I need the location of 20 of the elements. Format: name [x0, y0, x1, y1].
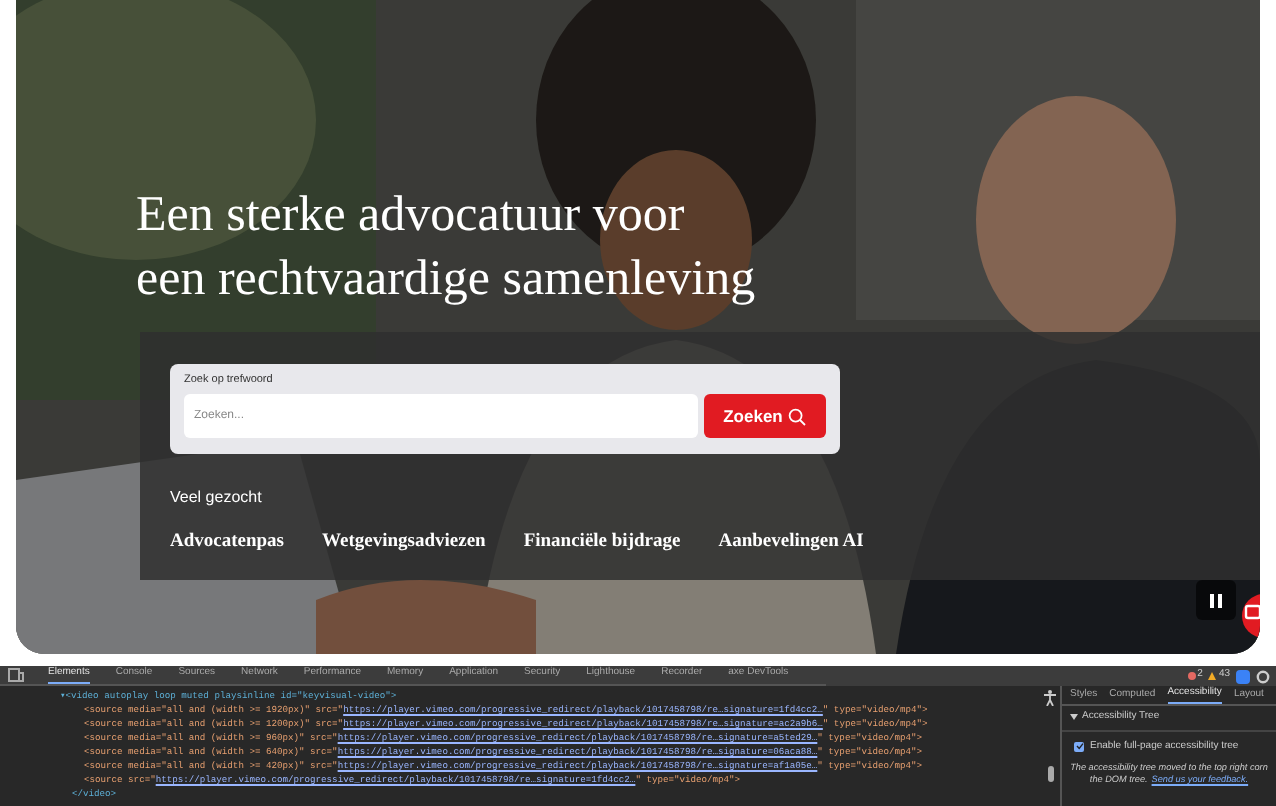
extension-icon[interactable]: [1236, 669, 1250, 683]
checkbox[interactable]: [1074, 741, 1084, 752]
section-heading: Veel gezocht: [170, 486, 264, 510]
popular-link[interactable]: Aanbevelingen AI: [718, 528, 864, 557]
search-icon: [788, 407, 807, 425]
search-button[interactable]: Zoeken: [704, 394, 826, 438]
popular-link[interactable]: Advocatenpas: [170, 528, 285, 557]
device-toggle-icon[interactable]: [8, 668, 24, 682]
scrollbar-thumb[interactable]: [1047, 766, 1053, 782]
pause-button[interactable]: [1196, 580, 1236, 620]
settings-icon[interactable]: [1256, 669, 1270, 683]
pause-icon: [1210, 593, 1222, 607]
hero-heading: Een sterke advocatuur voor: [136, 186, 685, 246]
chat-icon[interactable]: [1240, 594, 1260, 638]
warning-icon: [1208, 672, 1217, 680]
hero-heading: een rechtvaardige samenleving: [136, 250, 756, 310]
popular-link[interactable]: Wetgevingsadviezen: [322, 528, 486, 557]
popular-link[interactable]: Financiële bijdrage: [523, 528, 681, 557]
accessibility-icon[interactable]: [1044, 690, 1056, 706]
caret-icon[interactable]: [1070, 714, 1078, 721]
